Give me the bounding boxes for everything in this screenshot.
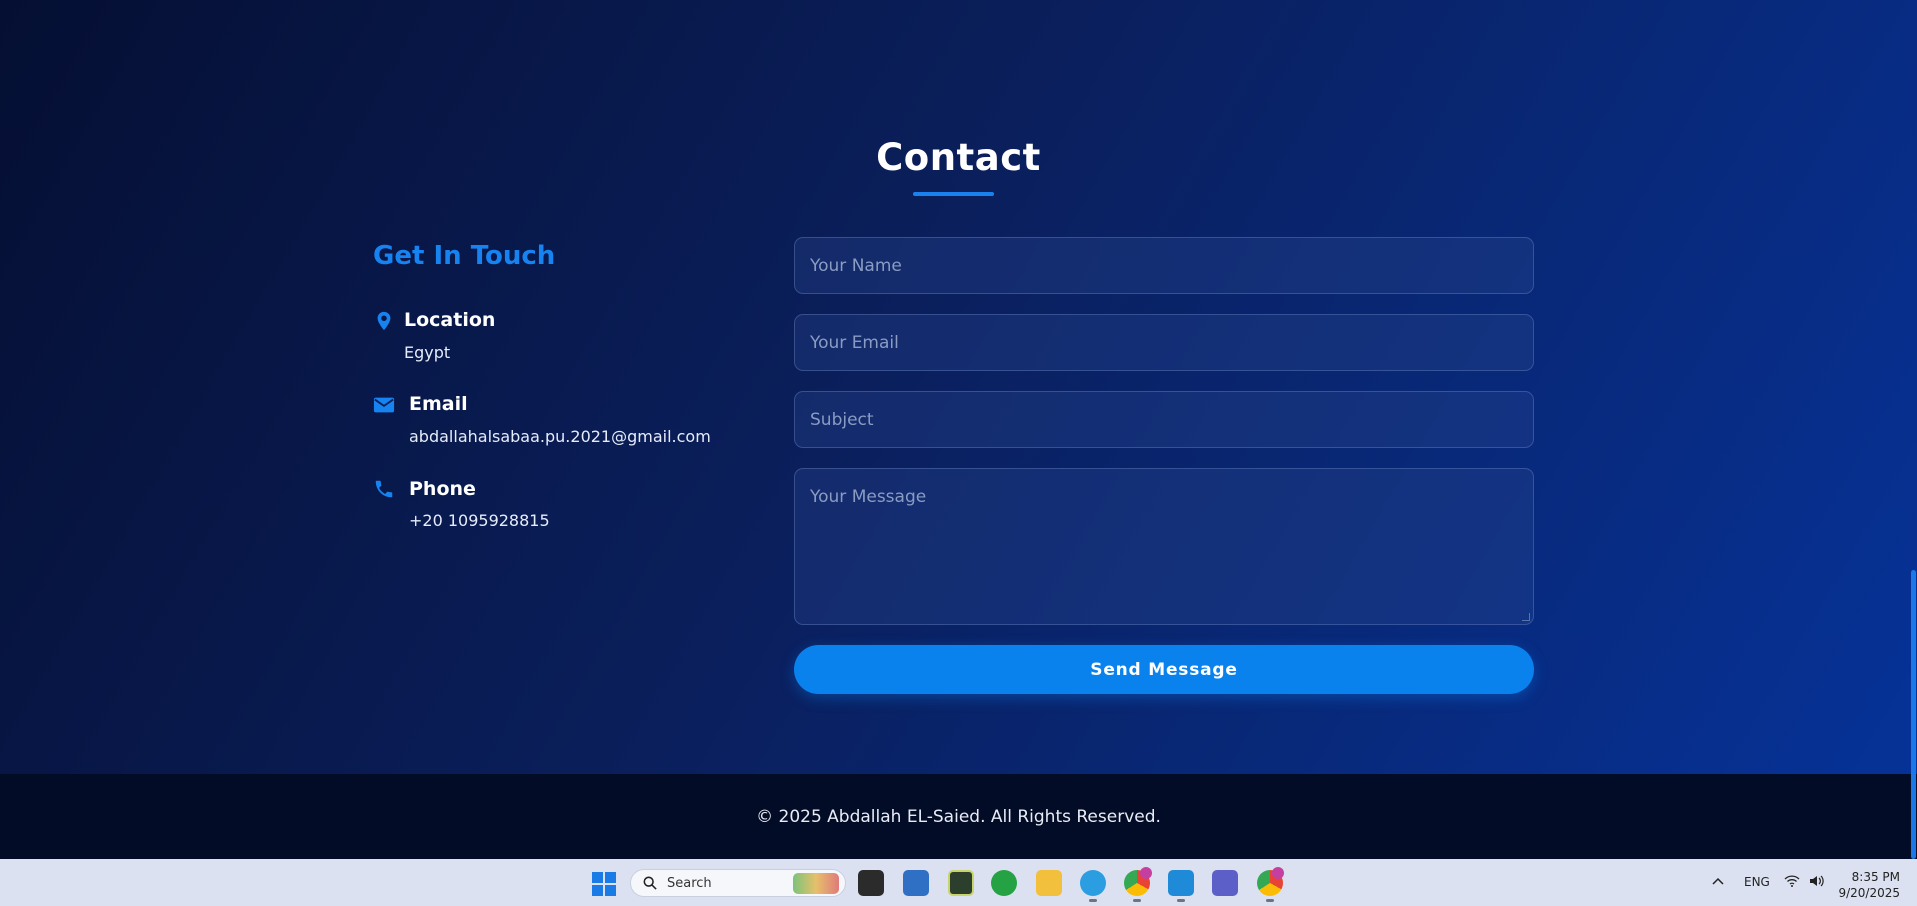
copyright-text: © 2025 Abdallah EL-Saied. All Rights Res… [756, 806, 1161, 827]
footer: © 2025 Abdallah EL-Saied. All Rights Res… [0, 774, 1917, 859]
subject-input[interactable]: Subject [794, 391, 1534, 448]
file-explorer-dark-icon[interactable] [858, 870, 884, 896]
envelope-icon [373, 397, 395, 413]
running-indicator [1266, 899, 1274, 902]
email-placeholder: Your Email [810, 332, 899, 353]
location-label: Location [404, 309, 496, 331]
taskbar-search-box[interactable]: Search [630, 869, 846, 897]
phone-value[interactable]: +20 1095928815 [409, 511, 550, 530]
resize-handle-icon[interactable] [1522, 613, 1530, 621]
search-label: Search [667, 876, 712, 891]
clock[interactable]: 8:35 PM 9/20/2025 [1830, 869, 1900, 901]
search-icon [643, 876, 657, 890]
chevron-up-icon[interactable] [1711, 876, 1725, 886]
notification-badge [1140, 867, 1152, 879]
language-indicator[interactable]: ENG [1744, 875, 1770, 889]
section-title: Contact [876, 136, 1041, 179]
scrollbar-thumb[interactable] [1911, 570, 1916, 859]
running-indicator [1133, 899, 1141, 902]
calculator-icon[interactable] [948, 870, 974, 896]
running-indicator [1177, 899, 1185, 902]
search-highlight-image [793, 873, 839, 894]
title-underline [913, 192, 994, 196]
send-message-button[interactable]: Send Message [794, 645, 1534, 694]
location-value: Egypt [404, 343, 451, 362]
clock-time: 8:35 PM [1851, 870, 1900, 884]
photos-icon[interactable] [903, 870, 929, 896]
whatsapp-icon[interactable] [991, 870, 1017, 896]
clock-date: 9/20/2025 [1838, 886, 1900, 900]
message-textarea[interactable]: Your Message [794, 468, 1534, 625]
volume-icon[interactable] [1808, 874, 1824, 888]
message-placeholder: Your Message [810, 487, 927, 507]
telegram-icon[interactable] [1080, 870, 1106, 896]
phone-icon [375, 480, 393, 498]
get-in-touch-heading: Get In Touch [373, 241, 556, 271]
name-input[interactable]: Your Name [794, 237, 1534, 294]
location-pin-icon [377, 311, 391, 331]
page-scrollbar[interactable] [1909, 0, 1917, 859]
windows-start-icon[interactable] [592, 872, 616, 896]
teams-icon[interactable] [1212, 870, 1238, 896]
vscode-icon[interactable] [1168, 870, 1194, 896]
phone-label: Phone [409, 478, 476, 500]
name-placeholder: Your Name [810, 255, 902, 276]
running-indicator [1089, 899, 1097, 902]
email-value[interactable]: abdallahalsabaa.pu.2021@gmail.com [409, 427, 711, 446]
notification-badge [1272, 867, 1284, 879]
email-label: Email [409, 393, 468, 415]
folder-icon[interactable] [1036, 870, 1062, 896]
email-input[interactable]: Your Email [794, 314, 1534, 371]
wifi-icon[interactable] [1784, 874, 1800, 888]
subject-placeholder: Subject [810, 409, 874, 430]
contact-page: Contact Get In Touch Location Egypt Emai… [0, 0, 1917, 859]
taskbar: Search ENG 8:35 PM 9/20/2025 [0, 859, 1917, 906]
